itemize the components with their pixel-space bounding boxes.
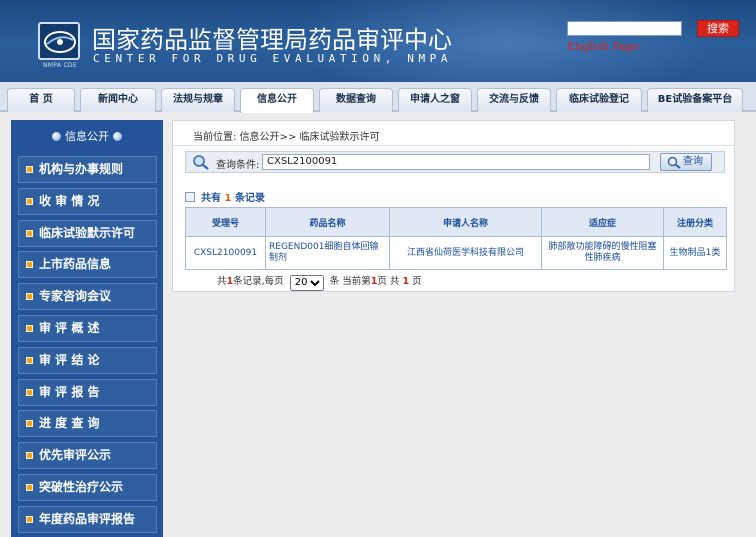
table-header-row: 受理号 药品名称 申请人名称 适应症 注册分类 — [185, 207, 727, 237]
bullet-icon — [26, 356, 33, 364]
query-label: 查询条件: — [216, 160, 260, 171]
nav-tab-be-platform[interactable]: BE试验备案平台 — [647, 88, 743, 112]
nav-tab-news[interactable]: 新闻中心 — [80, 88, 156, 112]
cell-acceptance-no[interactable]: CXSL2100091 — [185, 236, 266, 270]
breadcrumb-path[interactable]: 信息公开>> 临床试验默示许可 — [240, 132, 380, 143]
col-header-indication[interactable]: 适应症 — [541, 207, 664, 237]
sidebar-item-acceptance-status[interactable]: 收 审 情 况 — [18, 187, 157, 215]
sidebar-title: 信息公开 — [11, 120, 163, 152]
english-page-link[interactable]: English Page — [567, 40, 639, 53]
bullet-icon — [26, 483, 33, 491]
col-header-registration-class[interactable]: 注册分类 — [663, 207, 727, 237]
bullet-icon — [26, 420, 33, 428]
bullet-icon — [26, 293, 33, 301]
total-pages: 1 — [402, 276, 410, 287]
query-input[interactable]: CXSL2100091 — [262, 154, 650, 170]
bullet-icon — [26, 166, 33, 173]
bullet-icon — [26, 229, 33, 237]
sidebar-item-expert-consultation[interactable]: 专家咨询会议 — [18, 283, 157, 311]
nav-tab-home[interactable]: 首 页 — [7, 88, 75, 112]
list-icon — [185, 192, 195, 202]
logo-caption: NMPA CDE — [43, 62, 77, 69]
table-row[interactable]: CXSL2100091 REGEND001细胞自体回输制剂 江西省仙荷医学科技有… — [185, 236, 727, 270]
sidebar-list: 机构与办事规则 收 审 情 况 临床试验默示许可 上市药品信息 专家咨询会议 审… — [18, 156, 157, 537]
nav-tab-feedback[interactable]: 交流与反馈 — [477, 88, 551, 112]
nav-tab-data-query[interactable]: 数据查询 — [319, 88, 393, 112]
cell-indication: 肺部散功能障碍的慢性阻塞性肺疾病 — [541, 236, 664, 270]
breadcrumb: 当前位置: 信息公开>> 临床试验默示许可 — [193, 132, 380, 143]
col-header-drug-name[interactable]: 药品名称 — [265, 207, 390, 237]
logo-emblem-icon — [44, 31, 76, 53]
sidebar: 信息公开 机构与办事规则 收 审 情 况 临床试验默示许可 上市药品信息 专家咨… — [11, 120, 163, 537]
bullet-icon — [26, 261, 33, 269]
nmpa-logo[interactable] — [38, 22, 80, 60]
query-button[interactable]: 查询 — [660, 153, 712, 171]
sidebar-item-progress-query[interactable]: 进 度 查 询 — [18, 410, 157, 438]
dot-icon — [113, 132, 122, 141]
sidebar-item-breakthrough-therapy[interactable]: 突破性治疗公示 — [18, 473, 157, 501]
cell-drug-name[interactable]: REGEND001细胞自体回输制剂 — [265, 236, 390, 270]
main-nav: 首 页 新闻中心 法规与规章 信息公开 数据查询 申请人之窗 交流与反馈 临床试… — [0, 82, 756, 113]
bullet-icon — [26, 515, 33, 523]
nav-tab-regulations[interactable]: 法规与规章 — [161, 88, 235, 112]
sidebar-item-review-conclusion[interactable]: 审 评 结 论 — [18, 346, 157, 374]
bullet-icon — [26, 197, 33, 205]
sidebar-item-review-report[interactable]: 审 评 报 告 — [18, 378, 157, 406]
dot-icon — [52, 132, 61, 141]
nav-tab-info-disclosure[interactable]: 信息公开 — [240, 88, 314, 113]
bullet-icon — [26, 324, 33, 332]
sidebar-item-review-overview[interactable]: 审 评 概 述 — [18, 314, 157, 342]
cell-registration-class: 生物制品1类 — [663, 236, 727, 270]
sidebar-item-priority-review[interactable]: 优先审评公示 — [18, 442, 157, 470]
query-bar: 查询条件: CXSL2100091 查询 — [185, 151, 725, 173]
sidebar-item-institution-rules[interactable]: 机构与办事规则 — [18, 156, 157, 183]
site-search-button[interactable]: 搜索 — [697, 20, 739, 37]
bullet-icon — [26, 452, 33, 460]
magnifier-icon — [193, 155, 209, 170]
pagination: 共1条记录,每页 20 条 当前第1页 共 1 页 — [217, 273, 422, 291]
site-title-en: CENTER FOR DRUG EVALUATION, NMPA — [93, 52, 453, 65]
nav-tab-clinical-trial-registration[interactable]: 临床试验登记 — [556, 88, 642, 112]
nav-tab-applicant-window[interactable]: 申请人之窗 — [398, 88, 472, 112]
sidebar-item-marketed-drug-info[interactable]: 上市药品信息 — [18, 251, 157, 279]
page-size-select[interactable]: 20 — [289, 274, 324, 291]
col-header-applicant[interactable]: 申请人名称 — [389, 207, 542, 237]
record-count: 共有 1 条记录 — [185, 189, 265, 204]
site-title-cn: 国家药品监督管理局药品审评中心 — [92, 26, 452, 54]
site-search-input[interactable] — [567, 21, 682, 36]
site-header: NMPA CDE 国家药品监督管理局药品审评中心 CENTER FOR DRUG… — [0, 0, 756, 82]
col-header-acceptance-no[interactable]: 受理号 — [185, 207, 266, 237]
cell-applicant: 江西省仙荷医学科技有限公司 — [389, 236, 542, 270]
sidebar-item-annual-report[interactable]: 年度药品审评报告 — [18, 505, 157, 533]
bullet-icon — [26, 388, 33, 396]
results-table: 受理号 药品名称 申请人名称 适应症 注册分类 CXSL2100091 REGE… — [185, 207, 727, 270]
search-icon — [667, 156, 681, 169]
content-panel: 当前位置: 信息公开>> 临床试验默示许可 查询条件: CXSL2100091 … — [172, 120, 735, 292]
sidebar-item-clinical-trial-implied-license[interactable]: 临床试验默示许可 — [18, 219, 157, 247]
